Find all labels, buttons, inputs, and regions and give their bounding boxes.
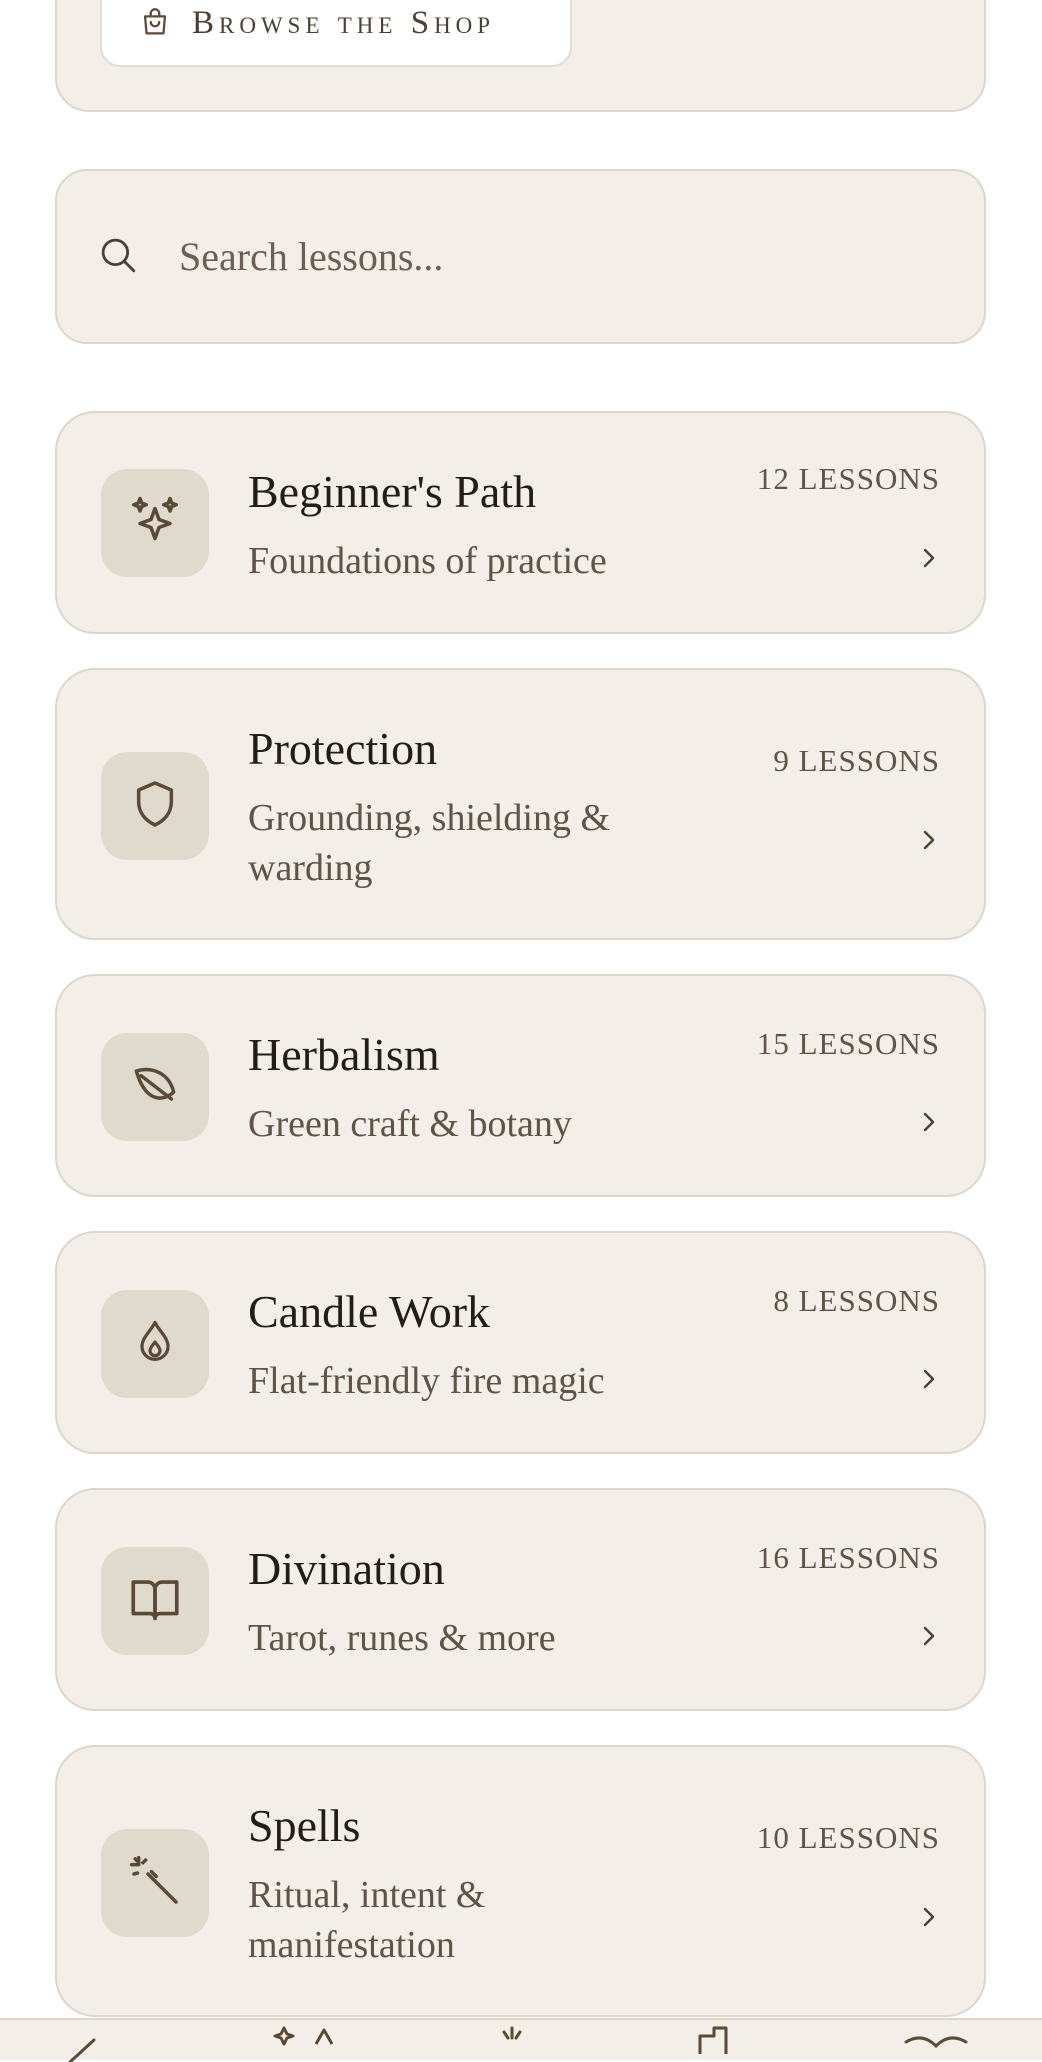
- category-subtitle: Flat-friendly fire magic: [248, 1360, 605, 1402]
- category-subtitle: Tarot, runes & more: [248, 1617, 556, 1659]
- lesson-count: 16 LESSONS: [756, 1540, 940, 1575]
- category-title: Candle Work: [248, 1286, 491, 1337]
- chevron-right-icon: [923, 1626, 935, 1646]
- category-title: Beginner's Path: [248, 466, 537, 517]
- sparkles-icon: [125, 491, 185, 555]
- lesson-count: 10 LESSONS: [756, 1820, 940, 1855]
- lesson-count: 9 LESSONS: [773, 743, 940, 778]
- category-icon-tile: [101, 1290, 209, 1398]
- category-title: Spells: [248, 1800, 361, 1851]
- category-icon-tile: [101, 1829, 209, 1937]
- category-title: Divination: [248, 1543, 445, 1594]
- category-title: Protection: [248, 723, 438, 774]
- magic-wand-icon: [127, 1853, 183, 1913]
- category-subtitle: Green craft & botany: [248, 1103, 572, 1145]
- category-icon-tile: [101, 1033, 209, 1141]
- category-icon-tile: [101, 1547, 209, 1655]
- browse-shop-button[interactable]: Browse the Shop: [100, 0, 572, 67]
- category-title: Herbalism: [248, 1029, 440, 1080]
- chevron-right-icon: [923, 548, 935, 568]
- leaf-icon: [127, 1057, 183, 1117]
- chevron-right-icon: [923, 1907, 935, 1927]
- search-field[interactable]: Search lessons...: [55, 169, 986, 344]
- browse-shop-label: Browse the Shop: [192, 5, 496, 41]
- category-card-candle-work[interactable]: Candle Work Flat-friendly fire magic 8 L…: [55, 1231, 986, 1454]
- shield-icon: [127, 776, 183, 836]
- category-icon-tile: [101, 752, 209, 860]
- lesson-count: 15 LESSONS: [756, 1026, 940, 1061]
- category-card-protection[interactable]: Protection Grounding, shielding & wardin…: [55, 668, 986, 940]
- chevron-right-icon: [923, 830, 935, 850]
- category-card-divination[interactable]: Divination Tarot, runes & more 16 LESSON…: [55, 1488, 986, 1711]
- category-card-spells[interactable]: Spells Ritual, intent & manifestation 10…: [55, 1745, 986, 2017]
- bottom-tab-bar: [0, 2018, 1042, 2062]
- category-icon-tile: [101, 469, 209, 577]
- search-placeholder: Search lessons...: [179, 234, 444, 279]
- book-icon: [126, 1570, 184, 1632]
- category-card-beginners-path[interactable]: Beginner's Path Foundations of practice …: [55, 411, 986, 634]
- category-subtitle: Ritual, intent & manifestation: [248, 1874, 486, 1966]
- sun-tab-icon[interactable]: [492, 2024, 532, 2054]
- shopping-bag-icon: [138, 5, 172, 43]
- home-tab-icon[interactable]: [66, 2032, 102, 2062]
- flame-icon: [129, 1316, 181, 1372]
- lesson-count: 12 LESSONS: [756, 461, 940, 496]
- lesson-count: 8 LESSONS: [773, 1283, 940, 1318]
- chevron-right-icon: [923, 1369, 935, 1389]
- category-subtitle: Foundations of practice: [248, 540, 607, 582]
- journal-tab-icon[interactable]: [902, 2032, 972, 2062]
- search-icon: [97, 234, 139, 280]
- category-subtitle: Grounding, shielding & warding: [248, 797, 611, 889]
- chevron-right-icon: [923, 1112, 935, 1132]
- learn-tab-icon[interactable]: [270, 2024, 350, 2054]
- category-card-herbalism[interactable]: Herbalism Green craft & botany 15 LESSON…: [55, 974, 986, 1197]
- shop-tab-icon[interactable]: [690, 2024, 750, 2054]
